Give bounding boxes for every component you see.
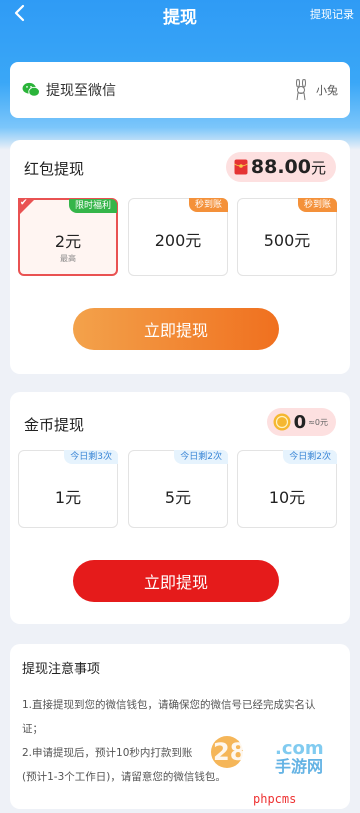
coin-equivalent: ≈0元 xyxy=(308,417,328,427)
withdraw-record-link[interactable]: 提现记录 xyxy=(310,6,354,22)
wechat-icon xyxy=(22,82,40,97)
chevron-left-icon xyxy=(14,4,25,22)
wechat-withdraw-label: 提现至微信 xyxy=(46,83,116,99)
page-title: 提现 xyxy=(163,7,197,28)
watermark-logo: 289 .com 手游网 xyxy=(211,736,324,776)
gold-option-5[interactable]: 今日剩2次 5元 xyxy=(128,450,228,528)
user-name: 小兔 xyxy=(316,84,338,97)
red-withdraw-button[interactable]: 立即提现 xyxy=(73,308,279,350)
option-tag: 限时福利 xyxy=(68,199,117,213)
notes-title: 提现注意事项 xyxy=(22,662,101,677)
watermark-text: phpcms xyxy=(253,792,297,806)
option-tag: 今日剩2次 xyxy=(174,450,228,464)
back-button[interactable] xyxy=(8,2,30,24)
balance-value: 88.00 xyxy=(250,156,311,178)
note-line: 1.直接提现到您的微信钱包，请确保您的微信号已经完成实名认 xyxy=(22,699,316,711)
gold-option-1[interactable]: 今日剩3次 1元 xyxy=(18,450,118,528)
withdraw-notes-card: 提现注意事项 1.直接提现到您的微信钱包，请确保您的微信号已经完成实名认 证； … xyxy=(10,644,350,809)
red-packet-title: 红包提现 xyxy=(24,160,85,178)
check-icon: ✔ xyxy=(20,198,28,208)
red-option-500[interactable]: 秒到账 500元 xyxy=(237,198,337,276)
option-tag: 今日剩3次 xyxy=(64,450,118,464)
header-bar: 提现 提现记录 xyxy=(0,0,360,30)
wechat-account-card[interactable]: 提现至微信 小兔 xyxy=(10,62,350,118)
gold-withdraw-card: 金币提现 0 ≈0元 今日剩3次 1元 今日剩2次 5元 今日剩2次 10元 立… xyxy=(10,392,350,624)
red-envelope-icon xyxy=(234,159,248,175)
option-tag: 今日剩2次 xyxy=(283,450,337,464)
red-packet-withdraw-card: 红包提现 88.00 元 ✔ 限时福利 2元 最高 秒到账 200元 秒到账 5… xyxy=(10,140,350,374)
option-amount: 500元 xyxy=(263,231,311,250)
svg-text:289: 289 xyxy=(213,738,263,766)
red-option-200[interactable]: 秒到账 200元 xyxy=(128,198,228,276)
red-packet-balance: 88.00 元 xyxy=(225,152,336,182)
coin-icon xyxy=(273,413,291,431)
option-tag: 秒到账 xyxy=(297,198,337,212)
option-amount: 2元 xyxy=(54,232,82,251)
balance-unit: 元 xyxy=(310,158,326,177)
svg-text:.com: .com xyxy=(275,738,324,759)
gold-title: 金币提现 xyxy=(24,416,85,434)
svg-text:手游网: 手游网 xyxy=(275,757,323,776)
coin-value: 0 xyxy=(293,411,307,433)
coin-balance: 0 ≈0元 xyxy=(266,408,336,436)
option-amount: 1元 xyxy=(54,488,82,507)
option-subtext: 最高 xyxy=(60,254,76,263)
option-tag: 秒到账 xyxy=(188,198,228,212)
gold-withdraw-button[interactable]: 立即提现 xyxy=(73,560,279,602)
user-avatar xyxy=(296,79,306,101)
red-option-2[interactable]: ✔ 限时福利 2元 最高 xyxy=(18,198,118,276)
gold-option-10[interactable]: 今日剩2次 10元 xyxy=(237,450,337,528)
option-amount: 200元 xyxy=(154,231,202,250)
option-amount: 10元 xyxy=(268,488,306,507)
option-amount: 5元 xyxy=(164,488,192,507)
